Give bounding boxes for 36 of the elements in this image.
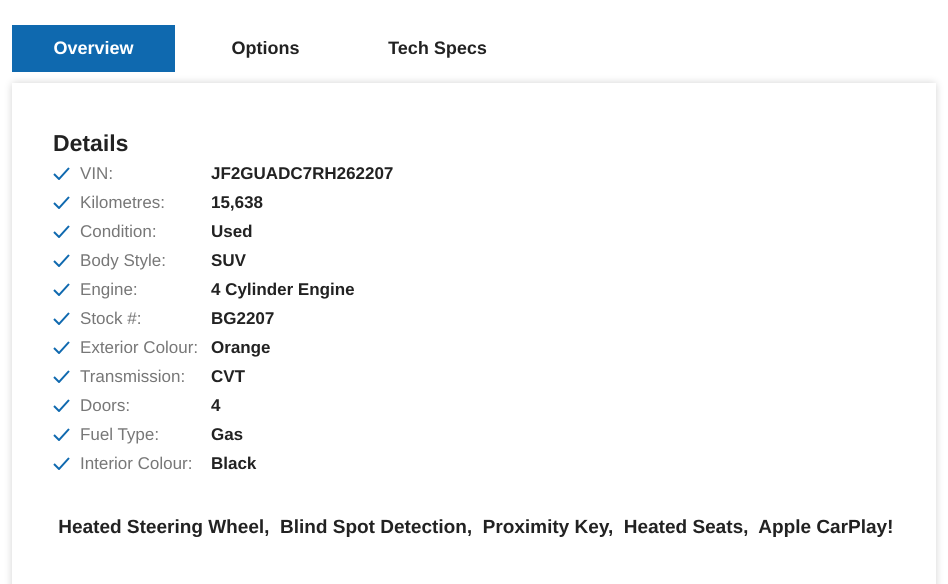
tab[interactable]: Overview: [12, 25, 175, 72]
features-text: Heated Steering Wheel, Blind Spot Detection, Proximity Key, Heated Seats, Apple CarPlay!: [57, 516, 894, 540]
check-icon: [53, 283, 70, 296]
check-icon: [53, 428, 70, 441]
check-icon: [53, 341, 70, 354]
detail-label: VIN:: [80, 162, 114, 185]
check-icon: [53, 167, 70, 180]
detail-value: Used: [211, 220, 253, 243]
detail-value: JF2GUADC7RH262207: [211, 162, 394, 185]
detail-value: CVT: [211, 366, 245, 388]
detail-label: Transmission:: [80, 366, 186, 388]
detail-label: Doors:: [80, 394, 132, 417]
detail-value: Black: [211, 452, 256, 475]
detail-label: Interior Colour:: [80, 452, 194, 475]
detail-value: Gas: [211, 424, 244, 446]
check-icon: [53, 196, 70, 209]
detail-label: Body Style:: [80, 250, 167, 272]
details-heading: Details: [53, 129, 128, 158]
detail-label: Kilometres:: [80, 192, 166, 214]
detail-label: Engine:: [80, 278, 139, 301]
check-icon: [53, 370, 70, 383]
detail-value: 15,638: [211, 192, 263, 214]
detail-value: BG2207: [211, 308, 274, 330]
detail-value: 4 Cylinder Engine: [211, 278, 355, 301]
check-icon: [53, 312, 70, 325]
check-icon: [53, 399, 70, 412]
check-icon: [53, 225, 70, 238]
detail-value: 4: [211, 394, 220, 417]
detail-label: Condition:: [80, 220, 158, 243]
detail-value: Orange: [211, 336, 271, 359]
check-icon: [53, 254, 70, 267]
detail-label: Exterior Colour:: [80, 336, 200, 359]
check-icon: [53, 457, 70, 470]
detail-label: Stock #:: [80, 308, 142, 330]
detail-label: Fuel Type:: [80, 424, 160, 446]
detail-value: SUV: [211, 250, 246, 272]
